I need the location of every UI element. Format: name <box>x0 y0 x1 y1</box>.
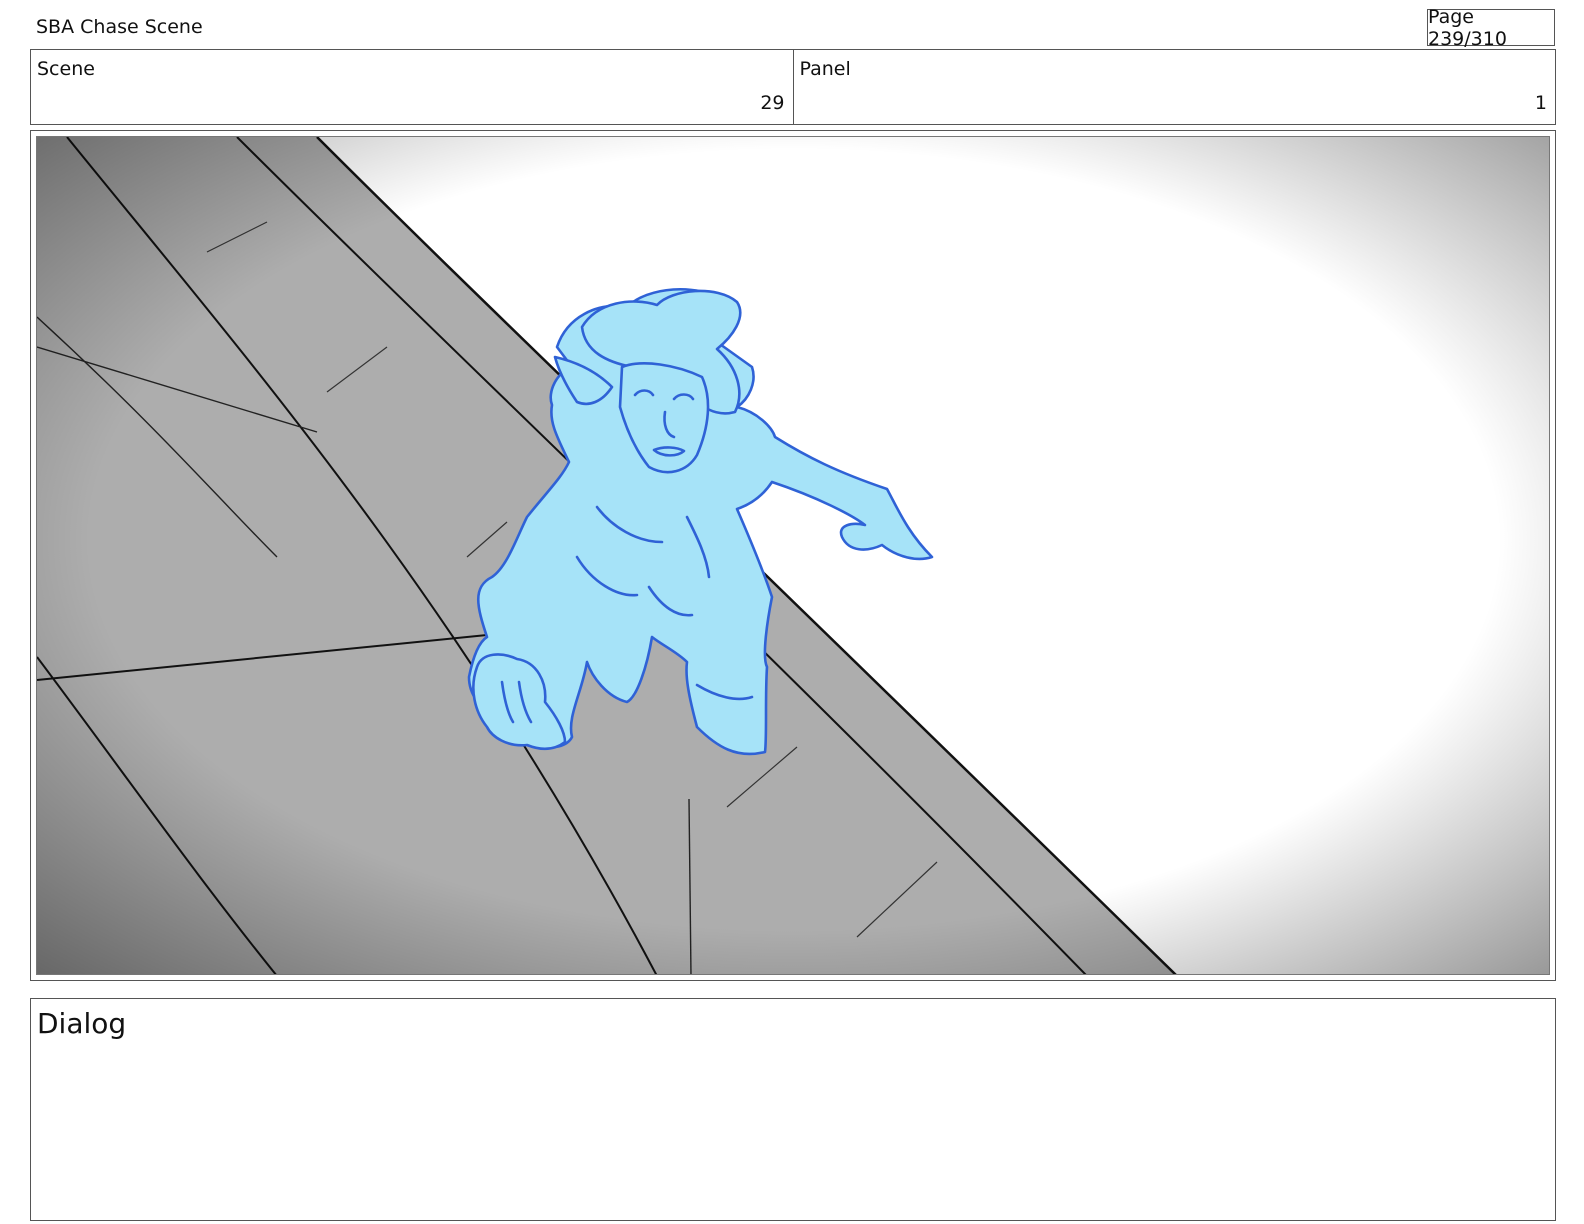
storyboard-frame <box>30 130 1556 981</box>
project-title: SBA Chase Scene <box>36 16 203 38</box>
sketch-drawing <box>37 137 1549 974</box>
scene-number: 29 <box>760 92 785 114</box>
dialog-box: Dialog <box>30 998 1556 1221</box>
panel-cell: Panel 1 <box>792 50 1556 124</box>
panel-label: Panel <box>799 58 851 80</box>
vignette-overlay <box>37 137 1549 974</box>
scene-cell: Scene 29 <box>31 50 793 124</box>
page-indicator: Page 239/310 <box>1427 6 1555 50</box>
scene-label: Scene <box>37 58 95 80</box>
storyboard-image <box>36 136 1550 975</box>
dialog-label: Dialog <box>37 1007 127 1040</box>
panel-number: 1 <box>1534 92 1547 114</box>
info-row: Scene 29 Panel 1 <box>30 49 1556 125</box>
